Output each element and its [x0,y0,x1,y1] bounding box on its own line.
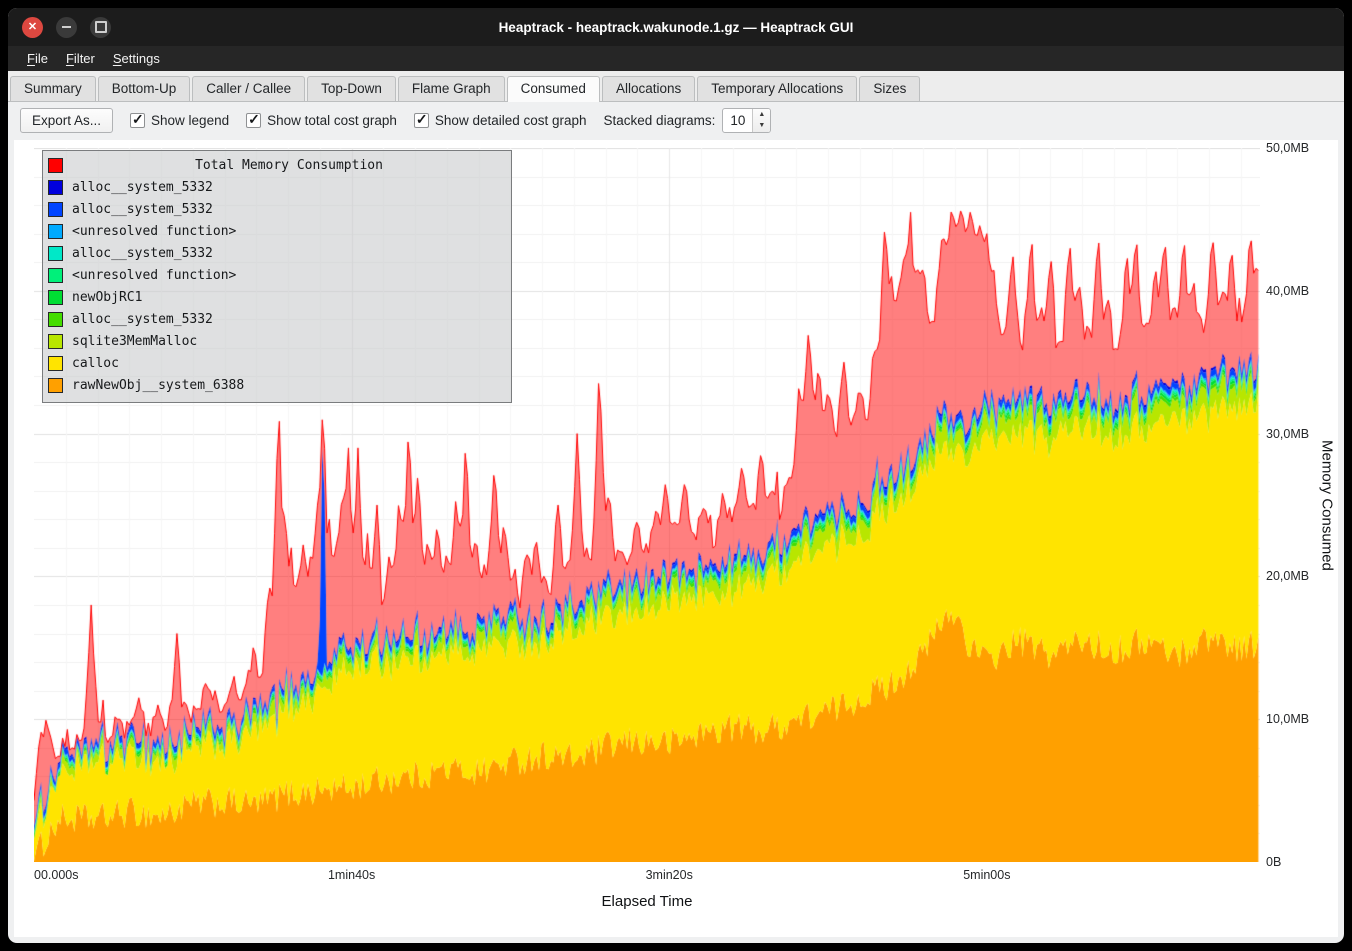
legend-swatch [48,356,63,371]
show-total-cost-checkbox[interactable]: Show total cost graph [246,113,397,128]
checkbox-icon [246,113,261,128]
legend-label: alloc__system_5332 [72,312,213,327]
menu-file-label: ile [35,51,48,66]
chart-area: Total Memory Consumption alloc__system_5… [14,140,1338,937]
legend-item: rawNewObj__system_6388 [48,374,506,396]
x-axis-title: Elapsed Time [34,893,1260,910]
toolbar: Export As... Show legend Show total cost… [8,102,1344,138]
y-tick-label: 20,0MB [1266,569,1309,583]
legend-title: Total Memory Consumption [72,158,506,173]
tab-bar: Summary Bottom-Up Caller / Callee Top-Do… [8,71,1344,102]
show-detailed-cost-label: Show detailed cost graph [435,113,587,128]
legend-item: <unresolved function> [48,264,506,286]
legend-label: alloc__system_5332 [72,180,213,195]
stacked-diagrams-value[interactable]: 10 [723,109,752,132]
menu-settings-mnemonic: S [113,51,122,66]
tab-top-down[interactable]: Top-Down [307,76,396,101]
checkbox-icon [130,113,145,128]
menu-file-mnemonic: F [27,51,35,66]
legend-label: calloc [72,356,119,371]
chart-legend: Total Memory Consumption alloc__system_5… [42,150,512,403]
window-title: Heaptrack - heaptrack.wakunode.1.gz — He… [499,20,854,35]
legend-label: sqlite3MemMalloc [72,334,197,349]
legend-label: newObjRC1 [72,290,142,305]
y-tick-label: 40,0MB [1266,284,1309,298]
stacked-diagrams-group: Stacked diagrams: 10 ▲ ▼ [604,108,772,133]
menu-settings-label: ettings [122,51,160,66]
titlebar: ✕ Heaptrack - heaptrack.wakunode.1.gz — … [8,8,1344,46]
minimize-button[interactable] [56,17,77,38]
y-tick-label: 50,0MB [1266,141,1309,155]
legend-item: <unresolved function> [48,220,506,242]
legend-item: alloc__system_5332 [48,308,506,330]
legend-item: newObjRC1 [48,286,506,308]
legend-item: alloc__system_5332 [48,198,506,220]
x-tick-label: 1min40s [328,868,375,882]
tab-caller-callee[interactable]: Caller / Callee [192,76,305,101]
export-as-button[interactable]: Export As... [20,108,113,133]
menu-file[interactable]: File [18,49,57,68]
spinner-buttons: ▲ ▼ [752,109,770,132]
tab-flame-graph[interactable]: Flame Graph [398,76,505,101]
legend-item: sqlite3MemMalloc [48,330,506,352]
spin-down-button[interactable]: ▼ [753,120,770,132]
stacked-diagrams-label: Stacked diagrams: [604,113,716,128]
y-tick-label: 10,0MB [1266,712,1309,726]
y-tick-label: 30,0MB [1266,427,1309,441]
window-controls: ✕ [22,8,111,46]
checkbox-icon [414,113,429,128]
legend-swatch [48,312,63,327]
menu-settings[interactable]: Settings [104,49,169,68]
y-tick-label: 0B [1266,855,1281,869]
legend-title-row: Total Memory Consumption [48,154,506,176]
legend-total-swatch [48,158,63,173]
legend-label: <unresolved function> [72,224,236,239]
legend-swatch [48,224,63,239]
menu-filter-mnemonic: F [66,51,74,66]
legend-item: alloc__system_5332 [48,176,506,198]
spin-up-button[interactable]: ▲ [753,109,770,121]
x-tick-label: 5min00s [963,868,1010,882]
legend-swatch [48,378,63,393]
show-legend-checkbox[interactable]: Show legend [130,113,229,128]
legend-item: calloc [48,352,506,374]
legend-swatch [48,268,63,283]
tab-sizes[interactable]: Sizes [859,76,920,101]
show-legend-label: Show legend [151,113,229,128]
legend-swatch [48,246,63,261]
tab-bottom-up[interactable]: Bottom-Up [98,76,191,101]
tab-summary[interactable]: Summary [10,76,96,101]
legend-swatch [48,202,63,217]
legend-swatch [48,290,63,305]
maximize-button[interactable] [90,17,111,38]
legend-label: alloc__system_5332 [72,202,213,217]
y-axis-title: Memory Consumed [1317,148,1337,862]
tab-consumed[interactable]: Consumed [507,76,600,102]
x-tick-label: 00.000s [34,868,78,882]
legend-swatch [48,180,63,195]
legend-item: alloc__system_5332 [48,242,506,264]
menu-filter[interactable]: Filter [57,49,104,68]
legend-label: rawNewObj__system_6388 [72,378,244,393]
legend-label: <unresolved function> [72,268,236,283]
x-tick-label: 3min20s [646,868,693,882]
stacked-diagrams-spinbox[interactable]: 10 ▲ ▼ [722,108,771,133]
legend-label: alloc__system_5332 [72,246,213,261]
show-detailed-cost-checkbox[interactable]: Show detailed cost graph [414,113,587,128]
close-button[interactable]: ✕ [22,17,43,38]
x-axis-tick-labels: 00.000s 1min40s 3min20s 5min00s [34,868,1260,884]
tab-allocations[interactable]: Allocations [602,76,695,101]
tab-temporary-allocations[interactable]: Temporary Allocations [697,76,857,101]
menubar: File Filter Settings [8,46,1344,71]
app-window: ✕ Heaptrack - heaptrack.wakunode.1.gz — … [8,8,1344,943]
show-total-cost-label: Show total cost graph [267,113,397,128]
legend-rows: alloc__system_5332 alloc__system_5332 <unr… [48,176,506,396]
legend-swatch [48,334,63,349]
menu-filter-label: ilter [74,51,95,66]
